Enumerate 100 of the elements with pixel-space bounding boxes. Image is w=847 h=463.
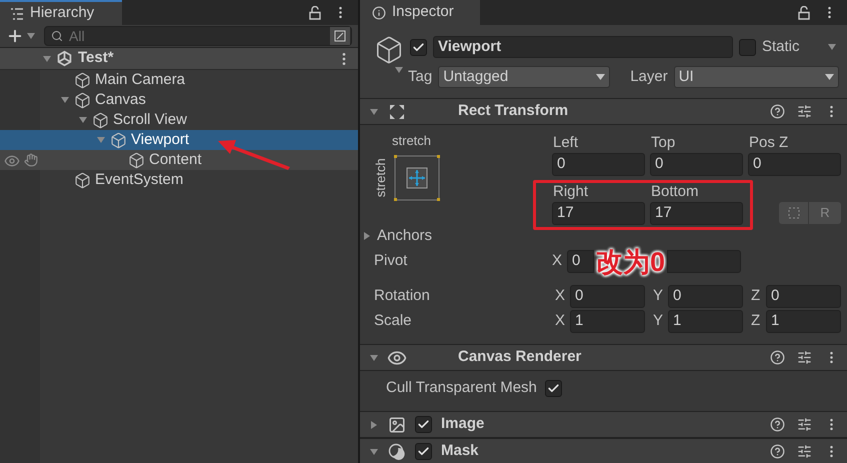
object-name: Content (149, 150, 202, 170)
help-icon[interactable] (770, 104, 785, 119)
scene-row[interactable]: Test* (0, 48, 358, 70)
field-label: Top (650, 133, 676, 152)
number-field[interactable]: 0 (567, 250, 594, 273)
presets-icon[interactable] (797, 417, 812, 432)
expand-triangle-icon[interactable] (369, 352, 379, 362)
dashed-square-icon (788, 207, 800, 219)
expand-triangle-icon[interactable] (369, 420, 379, 430)
caret-icon[interactable] (394, 65, 404, 75)
component-header[interactable]: Image (360, 411, 847, 438)
cube-icon[interactable] (374, 35, 404, 65)
axis-label: X (552, 251, 564, 272)
number-field[interactable]: 0 (668, 285, 743, 308)
number-field[interactable]: 1 (766, 310, 841, 333)
check-icon (417, 418, 430, 431)
component-header[interactable]: Mask (360, 438, 847, 463)
field-label: Right (552, 182, 590, 201)
axis-label: X (554, 286, 566, 306)
arrows-icon (389, 104, 405, 120)
check-icon (417, 445, 430, 458)
object-name: Viewport (131, 130, 190, 150)
number-field[interactable]: 0 (570, 285, 645, 308)
presets-icon[interactable] (797, 444, 812, 459)
visibility-icon[interactable] (4, 153, 20, 169)
maximize-icon (334, 30, 346, 42)
hand-icon[interactable] (24, 153, 38, 167)
enable-checkbox[interactable] (415, 416, 432, 433)
name-field[interactable]: Viewport (433, 36, 733, 58)
property-label: Rotation (373, 286, 431, 306)
anchors-foldout[interactable]: Anchors (377, 224, 432, 248)
field-label: Left (552, 133, 580, 152)
layer-dropdown[interactable]: UI (674, 66, 839, 88)
expand-triangle-icon[interactable] (362, 231, 372, 241)
number-field[interactable]: 0 (748, 153, 841, 176)
scene-name: Test* (78, 48, 114, 68)
add-button[interactable] (6, 27, 36, 45)
expand-triangle-icon[interactable] (369, 446, 379, 456)
checkbox[interactable] (544, 380, 562, 396)
annotation-text: 改为0 (596, 246, 666, 278)
hierarchy-row[interactable]: Main Camera (0, 70, 358, 90)
expand-triangle-icon[interactable] (369, 106, 379, 116)
component-header[interactable]: Rect Transform (360, 98, 847, 125)
component-title: Mask (441, 441, 479, 462)
info-icon (372, 6, 386, 20)
layer-label: Layer (630, 66, 668, 87)
anchor-preset-icon[interactable] (394, 155, 440, 201)
tag-label: Tag (408, 66, 432, 87)
caret-icon (825, 74, 834, 80)
component-header[interactable]: Canvas Renderer (360, 344, 847, 371)
cube-icon (74, 172, 91, 188)
hierarchy-tab[interactable]: Hierarchy (0, 0, 122, 25)
lock-icon[interactable] (309, 6, 321, 20)
search-icon (51, 30, 63, 42)
number-field[interactable]: 0 (552, 153, 645, 176)
presets-icon[interactable] (797, 104, 812, 119)
field-label: Bottom (650, 182, 700, 201)
component-title: Image (441, 414, 484, 434)
help-icon[interactable] (770, 444, 785, 459)
presets-icon[interactable] (797, 350, 812, 365)
enable-checkbox[interactable] (415, 443, 432, 460)
property-label: Cull Transparent Mesh (386, 378, 537, 398)
number-field[interactable]: 17 (650, 202, 743, 225)
help-icon[interactable] (770, 350, 785, 365)
cube-icon (74, 72, 91, 88)
preset-label: stretch (371, 158, 388, 198)
inspector-tab[interactable]: Inspector (360, 0, 480, 25)
cube-icon (74, 92, 91, 108)
help-icon[interactable] (770, 417, 785, 432)
list-icon (10, 8, 24, 20)
hierarchy-row[interactable]: EventSystem (0, 170, 358, 190)
tag-dropdown[interactable]: Untagged (438, 66, 610, 88)
hierarchy-row[interactable]: Scroll View (0, 110, 358, 130)
mask-icon (388, 442, 406, 460)
scene-search-button[interactable] (330, 27, 350, 45)
number-field[interactable]: 1 (570, 310, 645, 333)
check-icon (412, 40, 425, 54)
number-field[interactable]: 1 (668, 310, 743, 333)
axis-label: Z (750, 286, 762, 306)
hierarchy-row[interactable]: Content (0, 150, 358, 170)
caret-icon[interactable] (26, 31, 36, 41)
object-name: EventSystem (95, 170, 184, 190)
expand-triangle-icon[interactable] (42, 54, 52, 64)
lock-icon[interactable] (798, 6, 810, 20)
blueprint-button[interactable] (779, 202, 809, 224)
object-name: Canvas (95, 90, 146, 110)
number-field[interactable]: 0 (650, 153, 743, 176)
hierarchy-row[interactable]: Viewport (0, 130, 358, 150)
axis-label: Y (652, 286, 664, 306)
hierarchy-row[interactable]: Canvas (0, 90, 358, 110)
expand-triangle-icon[interactable] (60, 95, 70, 105)
number-field[interactable]: 17 (552, 202, 645, 225)
static-checkbox[interactable] (739, 38, 756, 56)
number-field[interactable]: 0 (766, 285, 841, 308)
expand-triangle-icon[interactable] (78, 115, 88, 125)
field-label: Pos Z (748, 133, 790, 152)
axis-label: Y (652, 311, 664, 332)
object-name: Main Camera (95, 70, 186, 90)
active-checkbox[interactable] (410, 38, 427, 56)
dropdown-caret-icon[interactable] (827, 42, 837, 52)
